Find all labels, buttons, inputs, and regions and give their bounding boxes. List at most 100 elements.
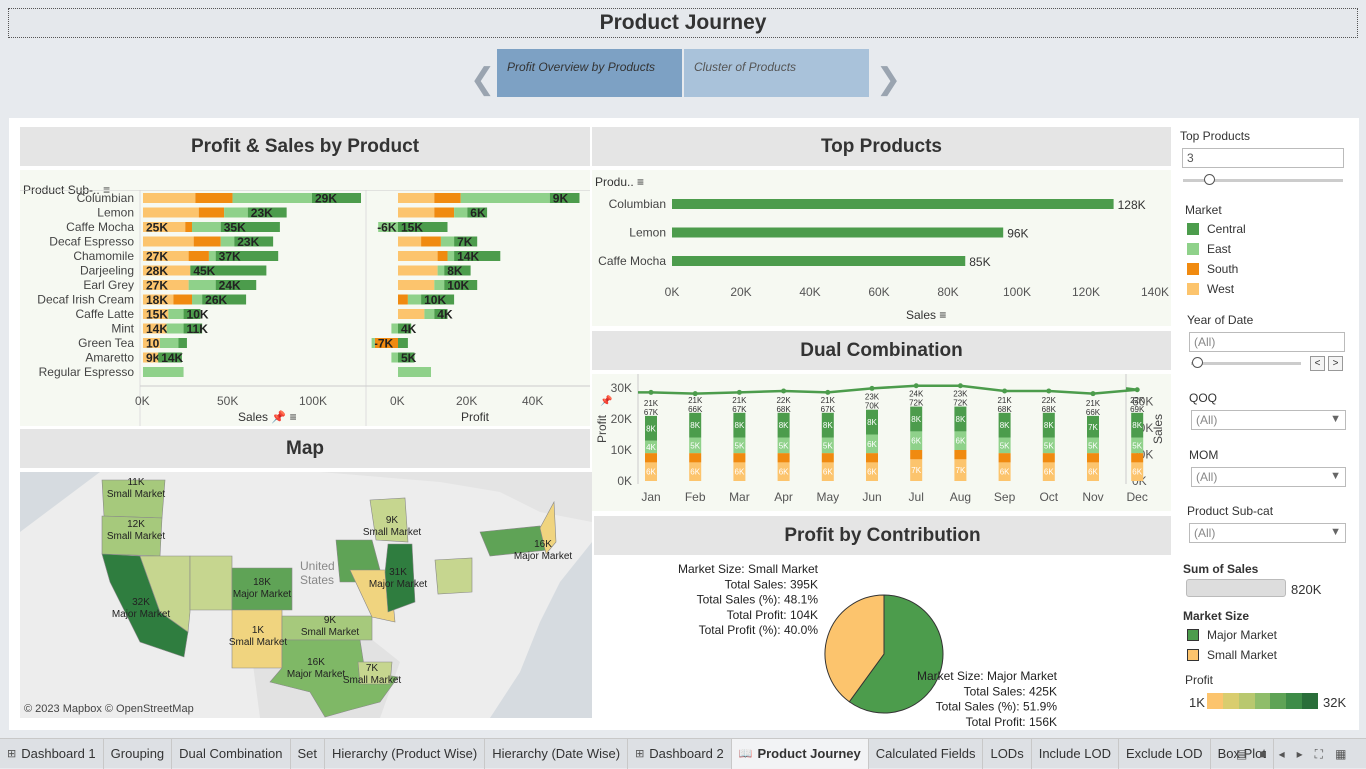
market-legend-item[interactable]: West <box>1187 279 1246 299</box>
sheet-tab[interactable]: ⊞ Dashboard 2 <box>628 738 732 769</box>
chevron-down-icon[interactable]: ▼ <box>1330 413 1341 425</box>
top-products-slider-handle[interactable] <box>1204 174 1215 185</box>
profit-data-label: 10K <box>447 279 469 293</box>
sum-sales-legend-title: Sum of Sales <box>1183 562 1259 576</box>
year-filter-input[interactable]: (All) <box>1189 332 1345 352</box>
profit-legend-title: Profit <box>1185 673 1214 687</box>
sheet-tab[interactable]: Hierarchy (Product Wise) <box>325 738 486 769</box>
year-prev-icon[interactable]: < <box>1310 356 1325 371</box>
sheet-tab[interactable]: LODs <box>983 738 1032 769</box>
pin-icon[interactable]: 📌 <box>271 410 286 424</box>
total-label: 21K <box>1086 399 1101 408</box>
sort-icon[interactable]: ≡ <box>637 175 644 189</box>
presentation-mode-icon[interactable]: ⛶ <box>1315 747 1323 762</box>
sort-icon[interactable]: ≡ <box>290 410 297 424</box>
segment-label: 6K <box>867 468 877 477</box>
sheet-tab[interactable]: Grouping <box>104 738 173 769</box>
story-point-cluster[interactable]: Cluster of Products <box>684 49 869 97</box>
profit-data-label: 6K <box>470 206 486 220</box>
sheet-tab[interactable]: Hierarchy (Date Wise) <box>485 738 629 769</box>
market-legend-item[interactable]: South <box>1187 259 1246 279</box>
sales-bar-east <box>188 280 216 290</box>
sheet-tab[interactable]: Include LOD <box>1032 738 1119 769</box>
market-legend-item[interactable]: Central <box>1187 219 1246 239</box>
category-label: Columbian <box>77 191 134 205</box>
qoq-value: (All) <box>1196 413 1218 427</box>
next-story-arrow-icon[interactable]: ❯ <box>876 62 901 97</box>
dual-bar-south <box>645 453 657 463</box>
sales-bar-east <box>166 323 184 334</box>
map-market-label: Major Market <box>112 609 171 620</box>
sales-label: 67K <box>644 408 659 417</box>
year-slider-track[interactable] <box>1191 362 1301 365</box>
category-label: Caffe Mocha <box>66 220 134 234</box>
top-products-row-header[interactable]: Produ.. ≡ <box>595 175 644 189</box>
profit-bar-east <box>447 251 455 261</box>
chevron-down-icon[interactable]: ▼ <box>1330 470 1341 482</box>
top-products-axis-title[interactable]: Sales ≡ <box>906 308 946 322</box>
profit-data-label: 10K <box>424 293 446 307</box>
map-market-label: Major Market <box>233 589 292 600</box>
legend-label: Small Market <box>1207 648 1278 662</box>
tab-prev-icon[interactable]: ◂ <box>1279 747 1285 762</box>
legend-label: East <box>1207 242 1232 256</box>
chevron-down-icon[interactable]: ▼ <box>1330 526 1341 538</box>
segment-label: 8K <box>911 415 921 424</box>
market-size-legend-item[interactable]: Small Market <box>1187 645 1277 665</box>
dashboard-title-bar: Product Journey <box>8 8 1358 38</box>
tick-label: 60K <box>868 285 889 299</box>
sales-data-label: 14K <box>161 351 183 365</box>
sales-axis-title[interactable]: Sales 📌 ≡ <box>238 410 297 424</box>
sort-icon[interactable]: ≡ <box>939 308 946 322</box>
profit-bar-east <box>454 207 468 218</box>
year-slider-handle[interactable] <box>1192 357 1203 368</box>
sheet-tab[interactable]: Exclude LOD <box>1119 738 1211 769</box>
sheet-tab[interactable]: ⊞ Dashboard 1 <box>0 738 104 769</box>
story-point-profit-overview[interactable]: Profit Overview by Products <box>497 49 682 97</box>
show-filmstrip-icon[interactable]: ▤ <box>1236 747 1247 762</box>
sheet-tab[interactable]: Set <box>291 738 326 769</box>
top-products-input[interactable]: 3 <box>1182 148 1344 168</box>
sales-bar-central <box>178 338 187 348</box>
market-legend-item[interactable]: East <box>1187 239 1246 259</box>
map-market-label: Small Market <box>229 637 288 648</box>
mom-dropdown[interactable]: (All) ▼ <box>1191 467 1346 487</box>
grid-view-icon[interactable]: ▦ <box>1335 747 1346 762</box>
map-value-label: 18K <box>253 577 271 588</box>
profit-data-label: 8K <box>447 264 463 278</box>
qoq-dropdown[interactable]: (All) ▼ <box>1191 410 1346 430</box>
top-product-value: 85K <box>969 255 990 269</box>
map-market-label: Major Market <box>514 551 573 562</box>
subcat-dropdown[interactable]: (All) ▼ <box>1189 523 1346 543</box>
left-tick-label: 20K <box>611 412 632 426</box>
map-view[interactable]: 11KSmall Market12KSmall Market32KMajor M… <box>20 472 592 718</box>
total-label: 24K <box>909 390 924 399</box>
prev-story-arrow-icon[interactable]: ❮ <box>470 62 495 97</box>
year-next-icon[interactable]: > <box>1328 356 1343 371</box>
ramp-segment <box>1270 693 1287 709</box>
legend-swatch <box>1187 649 1199 661</box>
profit-data-label: 5K <box>401 351 417 365</box>
segment-label: 6K <box>1044 468 1054 477</box>
left-tick-label: 0K <box>617 474 632 488</box>
small-market-tooltip-line: Market Size: Small Market <box>678 562 819 576</box>
tab-next-icon[interactable]: ▸ <box>1297 747 1303 762</box>
show-sheets-icon[interactable]: ■ <box>1259 747 1266 762</box>
mom-value: (All) <box>1196 470 1218 484</box>
market-size-legend-item[interactable]: Major Market <box>1187 625 1277 645</box>
segment-label: 6K <box>735 468 745 477</box>
profit-tick-label: 0K <box>390 394 405 408</box>
sales-axis-label: Sales <box>238 410 269 424</box>
sheet-tab[interactable]: 📖 Product Journey <box>731 738 869 769</box>
total-label: 21K <box>688 396 703 405</box>
sales-label: 68K <box>776 405 791 414</box>
category-label: Columbian <box>609 197 666 211</box>
sales-tick-label: 50K <box>217 394 238 408</box>
ramp-segment <box>1207 693 1223 709</box>
sum-sales-value: 820K <box>1291 582 1322 597</box>
major-market-tooltip-line: Market Size: Major Market <box>917 669 1058 683</box>
top-product-bar <box>672 256 966 266</box>
dashboard-icon: ⊞ <box>635 748 645 760</box>
sheet-tab[interactable]: Calculated Fields <box>869 738 984 769</box>
sheet-tab[interactable]: Dual Combination <box>172 738 291 769</box>
